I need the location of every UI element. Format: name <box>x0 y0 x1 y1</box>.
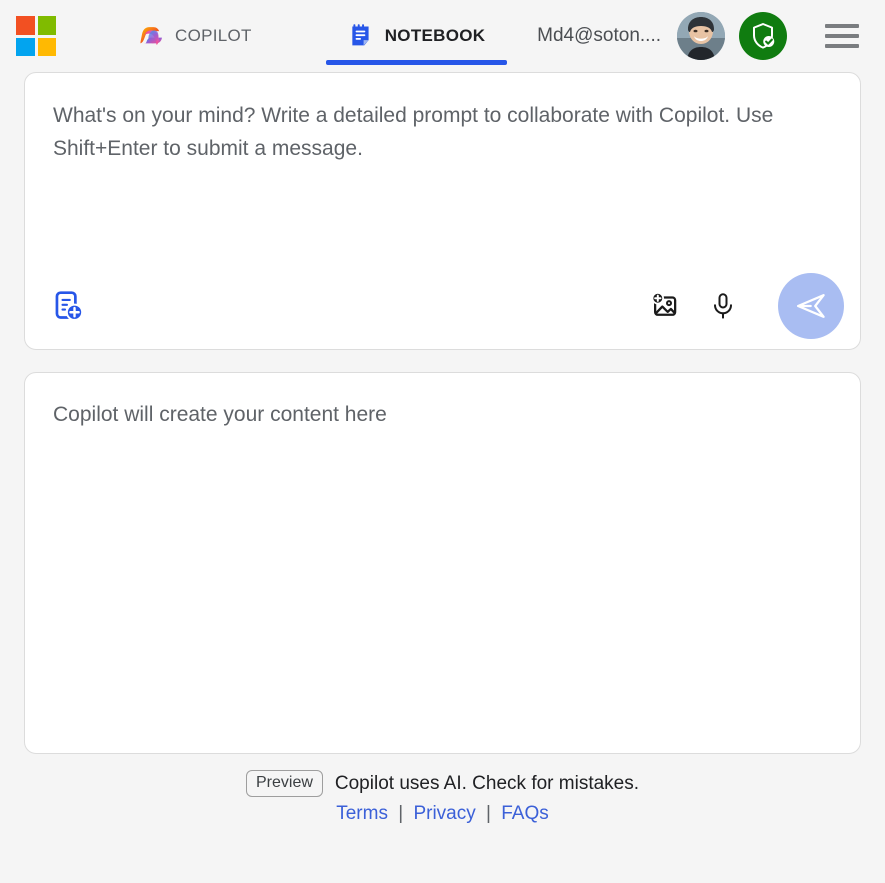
microsoft-logo-square-red <box>16 16 35 35</box>
main-content: What's on your mind? Write a detailed pr… <box>0 72 885 754</box>
header-right-group: Md4@soton.... <box>537 12 869 60</box>
hamburger-bar-2 <box>825 34 859 38</box>
footer-separator-1: | <box>398 803 404 825</box>
shield-check-badge[interactable] <box>739 12 787 60</box>
tab-notebook[interactable]: NOTEBOOK <box>325 0 508 72</box>
prompt-toolbar-right <box>642 273 844 339</box>
microsoft-logo-square-amber <box>37 37 56 56</box>
prompt-card: What's on your mind? Write a detailed pr… <box>24 72 861 350</box>
microsoft-logo-square-green <box>37 16 56 35</box>
tab-copilot-underline <box>116 60 274 65</box>
add-page-button[interactable] <box>45 283 91 329</box>
add-image-button[interactable] <box>642 283 688 329</box>
app-footer: Preview Copilot uses AI. Check for mista… <box>0 754 885 825</box>
send-paper-plane-icon <box>796 294 825 318</box>
hamburger-bar-1 <box>825 24 859 28</box>
shield-check-icon <box>753 23 775 49</box>
prompt-input[interactable]: What's on your mind? Write a detailed pr… <box>53 99 783 263</box>
hamburger-menu-icon[interactable] <box>825 24 859 48</box>
tab-copilot-label: COPILOT <box>175 26 252 45</box>
account-email[interactable]: Md4@soton.... <box>537 25 661 47</box>
notebook-icon <box>352 24 369 46</box>
content-placeholder: Copilot will create your content here <box>53 403 387 426</box>
avatar[interactable] <box>677 12 725 60</box>
microsoft-logo[interactable] <box>16 16 56 56</box>
send-button[interactable] <box>778 273 844 339</box>
footer-link-faqs[interactable]: FAQs <box>501 803 549 824</box>
add-image-icon <box>651 292 677 316</box>
user-avatar-photo <box>677 12 725 60</box>
microphone-button[interactable] <box>700 283 746 329</box>
footer-separator-2: | <box>486 803 491 825</box>
footer-link-terms[interactable]: Terms <box>336 803 388 824</box>
tab-notebook-underline <box>325 60 508 65</box>
copilot-swirl-icon <box>140 27 162 45</box>
microsoft-logo-square-blue <box>16 37 35 56</box>
footer-disclaimer-row: Preview Copilot uses AI. Check for mista… <box>0 770 885 798</box>
tab-copilot[interactable]: COPILOT <box>116 0 274 72</box>
content-card: Copilot will create your content here <box>24 372 861 754</box>
hamburger-bar-3 <box>825 44 859 48</box>
preview-badge: Preview <box>245 770 323 798</box>
main-nav-tabs: COPILOT NOTEBOOK <box>64 0 508 72</box>
tab-notebook-label: NOTEBOOK <box>384 26 486 45</box>
footer-link-privacy[interactable]: Privacy <box>413 803 475 824</box>
app-header: COPILOT NOTEBOOK Md4@soton.... <box>0 0 885 72</box>
footer-links: Terms | Privacy | FAQs <box>0 803 885 825</box>
ai-disclaimer-text: Copilot uses AI. Check for mistakes. <box>334 772 640 794</box>
microphone-icon <box>714 293 732 319</box>
add-page-icon <box>55 291 84 321</box>
prompt-toolbar <box>45 263 844 349</box>
